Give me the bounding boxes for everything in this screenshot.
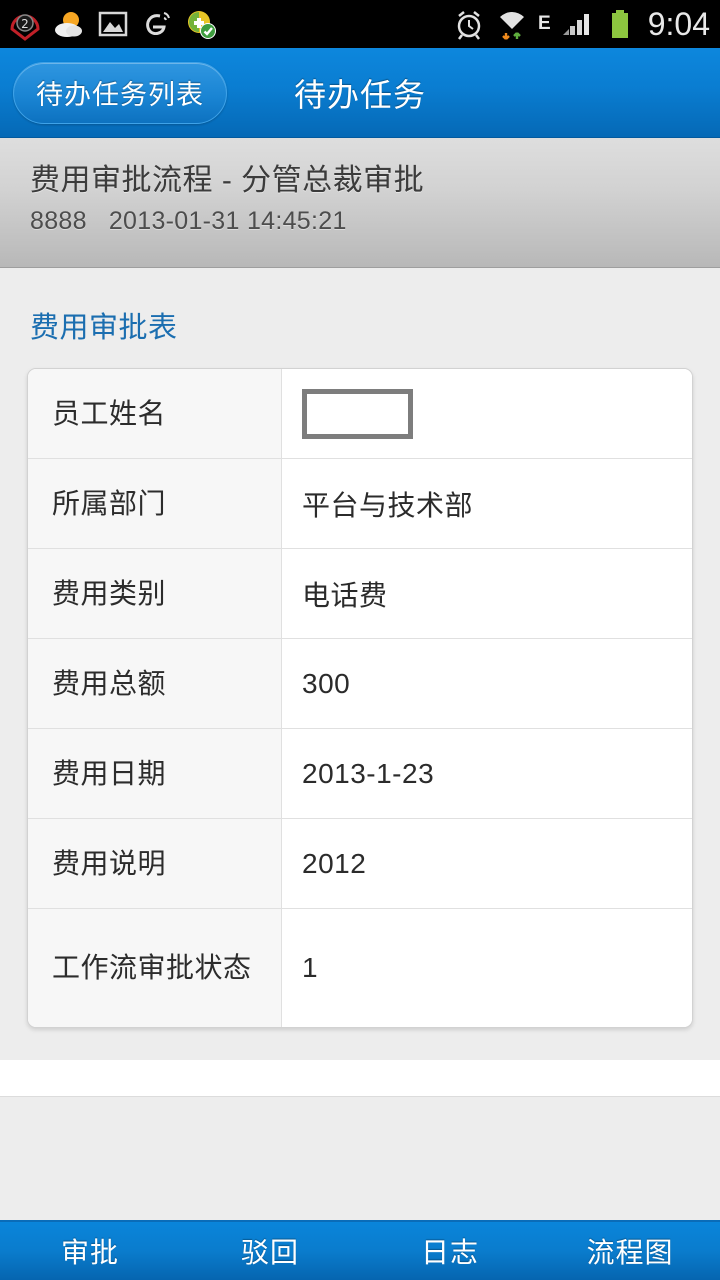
back-button-label: 待办任务列表 [36,80,204,110]
status-bar-clock: 9:04 [647,6,710,42]
app-header: 待办任务列表 待办任务 [0,48,720,138]
uc-browser-icon [146,12,170,36]
table-row-value: 2013-1-23 [282,729,692,818]
expense-form-table: 员工姓名 所属部门 平台与技术部 费用类别 电话费 费用总额 300 费用日期 2013-1-2… [27,368,693,1028]
form-section-title: 费用审批表 [30,312,178,344]
table-row-label: 费用日期 [28,729,282,818]
svg-text:2: 2 [21,17,29,31]
table-row-value [282,369,692,458]
weather-icon [55,12,82,37]
tab-reject[interactable]: 驳回 [180,1221,360,1280]
table-row-label: 费用类别 [28,549,282,638]
table-row: 所属部门 平台与技术部 [28,459,692,549]
table-row: 费用日期 2013-1-23 [28,729,692,819]
status-bar-right-icons: E 9:04 [452,0,710,48]
table-row-value: 300 [282,639,692,728]
tab-log[interactable]: 日志 [360,1221,540,1280]
table-row-value: 平台与技术部 [282,459,692,548]
network-type-label: E [538,13,551,34]
tab-approve[interactable]: 审批 [0,1221,180,1280]
form-separator-strip [0,1060,720,1097]
status-bar: 2 E 9:04 [0,0,720,48]
table-row-label: 员工姓名 [28,369,282,458]
signal-bars-icon [562,14,589,35]
security-shield-icon [188,11,216,39]
table-row: 员工姓名 [28,369,692,459]
task-id: 8888 [30,206,87,235]
content-area: 费用审批表 员工姓名 所属部门 平台与技术部 费用类别 电话费 费用总额 300 费用日期 20… [0,268,720,1220]
alarm-count-icon: 2 [10,14,40,41]
back-button[interactable]: 待办任务列表 [13,61,227,124]
table-row-value: 2012 [282,819,692,908]
tab-flowchart[interactable]: 流程图 [540,1221,720,1280]
table-row: 费用总额 300 [28,639,692,729]
table-row-label: 费用总额 [28,639,282,728]
missing-glyph-box-icon [302,388,413,439]
task-info-bar: 费用审批流程 - 分管总裁审批 8888 2013-01-31 14:45:21 [0,138,720,268]
task-info-title: 费用审批流程 - 分管总裁审批 [30,164,425,197]
gallery-icon [98,11,128,37]
bottom-tab-bar: 审批 驳回 日志 流程图 [0,1220,720,1280]
table-row-label: 所属部门 [28,459,282,548]
battery-icon [611,10,628,38]
table-row: 费用说明 2012 [28,819,692,909]
alarm-clock-icon [457,11,481,40]
table-row-value: 1 [282,909,692,1027]
status-bar-left-icons: 2 [0,7,218,41]
app-root: 2 E 9:04 待办任务列表 待办任务 费用审批流程 - 分管总裁审批 888… [0,0,720,1280]
task-timestamp: 2013-01-31 14:45:21 [108,206,347,235]
task-info-meta: 8888 2013-01-31 14:45:21 [30,207,720,236]
wifi-icon [500,12,525,40]
table-row-value: 电话费 [282,549,692,638]
table-row: 费用类别 电话费 [28,549,692,639]
table-row: 工作流审批状态 1 [28,909,692,1027]
table-row-label: 费用说明 [28,819,282,908]
table-row-label: 工作流审批状态 [28,909,282,1027]
